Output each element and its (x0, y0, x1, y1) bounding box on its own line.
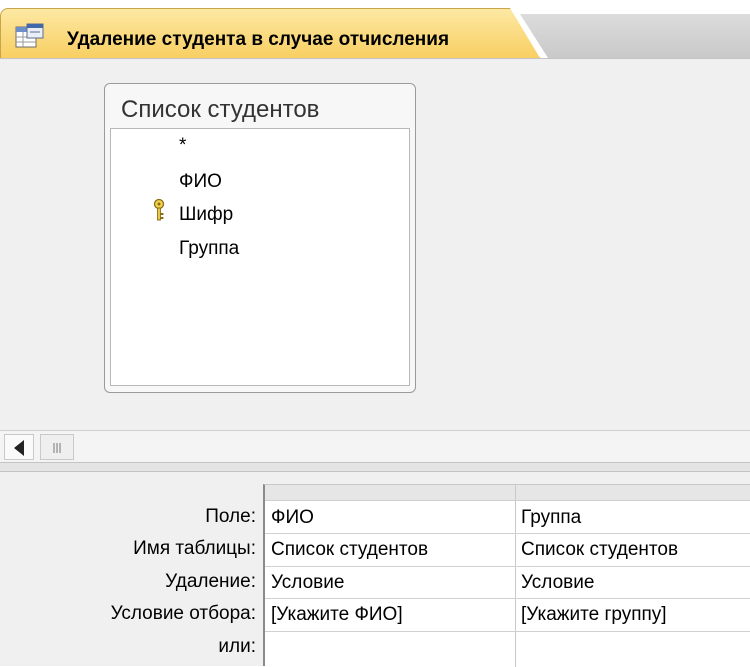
query-design-area[interactable]: Список студентов * ФИО Шифр Группа (0, 58, 750, 430)
query-design-icon (15, 23, 44, 48)
table-field-list-title[interactable]: Список студентов (121, 96, 319, 124)
row-label-or: или: (218, 636, 256, 657)
pane-splitter[interactable] (0, 462, 750, 472)
field-list: * ФИО Шифр Группа (110, 128, 410, 386)
column-selector-bar[interactable] (265, 485, 750, 501)
cell-criteria-col2[interactable]: [Укажите группу] (521, 604, 667, 626)
row-label-field: Поле: (205, 506, 256, 527)
column-separator (515, 485, 516, 667)
grid-row-line (265, 566, 750, 567)
primary-key-icon (153, 198, 165, 221)
scroll-left-button[interactable] (4, 434, 34, 460)
cell-delete-col2[interactable]: Условие (521, 572, 594, 594)
field-item-gruppa[interactable]: Группа (179, 238, 239, 260)
cell-table-col1[interactable]: Список студентов (271, 539, 428, 561)
grid-row-line (265, 598, 750, 599)
document-tab[interactable]: Удаление студента в случае отчисления (0, 8, 540, 58)
grid-row-line (265, 631, 750, 632)
cell-table-col2[interactable]: Список студентов (521, 539, 678, 561)
query-design-grid-pane: Поле: Имя таблицы: Удаление: Условие отб… (0, 472, 750, 667)
tab-strip-background (520, 14, 750, 58)
row-label-table: Имя таблицы: (133, 538, 256, 559)
cell-criteria-col1[interactable]: [Укажите ФИО] (271, 604, 403, 626)
grid-row-line (265, 533, 750, 534)
document-tab-title: Удаление студента в случае отчисления (67, 29, 450, 50)
horizontal-scrollbar[interactable] (0, 430, 750, 462)
field-item-fio[interactable]: ФИО (179, 171, 222, 193)
row-label-criteria: Условие отбора: (110, 603, 256, 624)
arrow-left-icon (14, 440, 24, 456)
scroll-thumb[interactable] (40, 434, 74, 460)
table-field-list[interactable]: Список студентов * ФИО Шифр Группа (104, 83, 416, 393)
cell-delete-col1[interactable]: Условие (271, 572, 344, 594)
field-item-all[interactable]: * (179, 135, 186, 157)
document-tab-bar: Удаление студента в случае отчисления (0, 0, 750, 58)
query-design-grid: ФИО Группа Список студентов Список студе… (263, 484, 750, 667)
cell-field-col2[interactable]: Группа (521, 507, 581, 529)
cell-field-col1[interactable]: ФИО (271, 507, 314, 529)
field-item-shifr[interactable]: Шифр (179, 204, 233, 226)
grip-icon (53, 443, 61, 453)
row-label-delete: Удаление: (165, 571, 256, 592)
